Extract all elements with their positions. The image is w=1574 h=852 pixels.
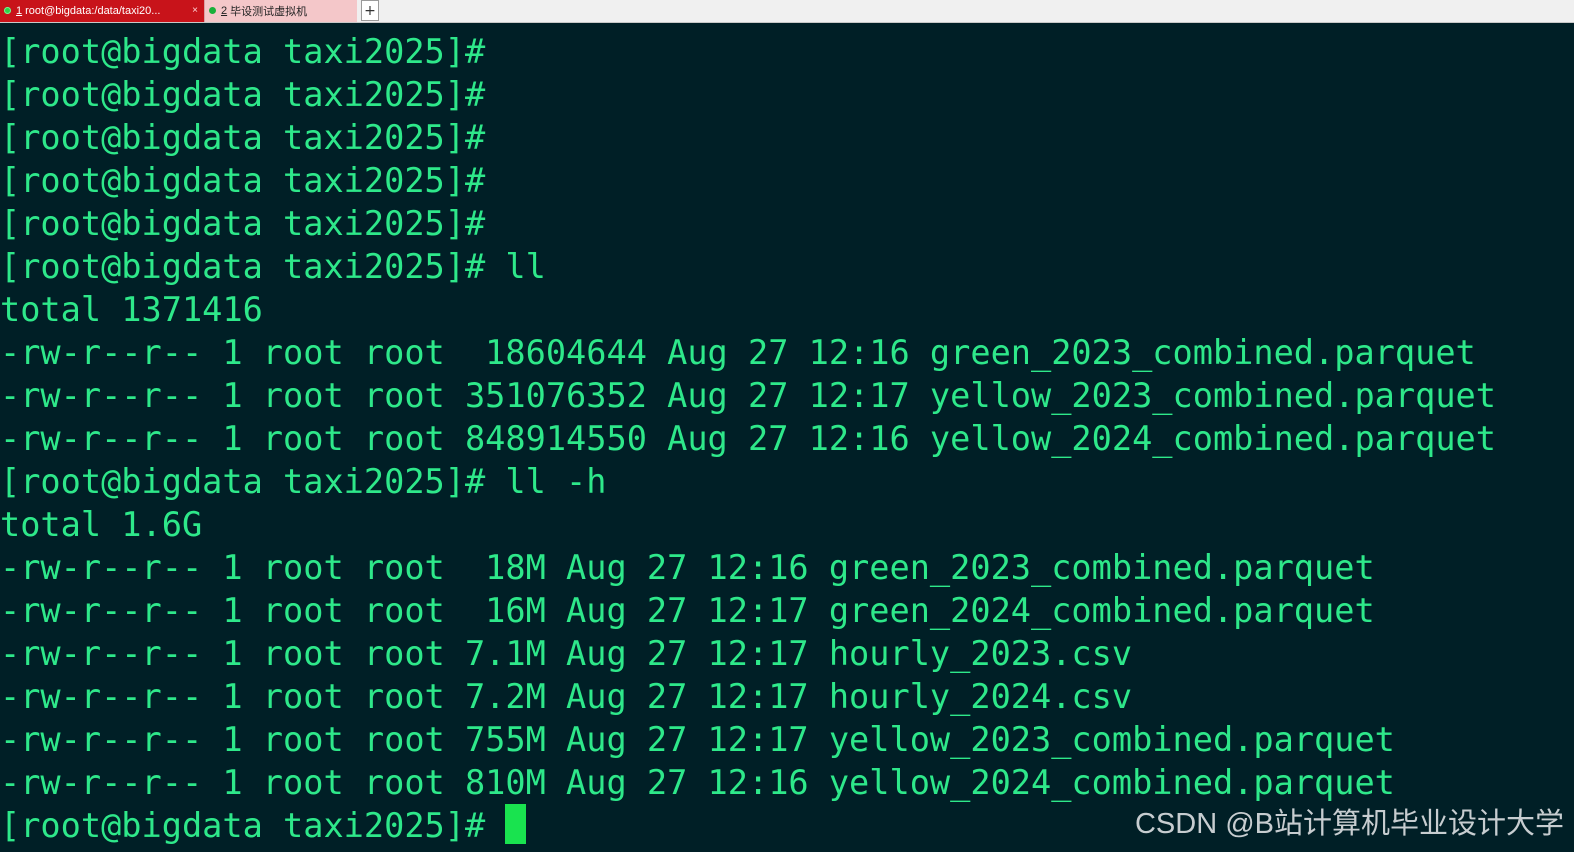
terminal-line: [root@bigdata taxi2025]# <box>0 32 486 71</box>
terminal-output[interactable]: [root@bigdata taxi2025]# [root@bigdata t… <box>0 30 1574 852</box>
connected-status-icon <box>4 7 11 14</box>
text-cursor <box>505 804 527 844</box>
tab-number: 2 <box>221 4 228 17</box>
terminal-line: [root@bigdata taxi2025]# <box>0 75 486 114</box>
terminal-line: [root@bigdata taxi2025]# ll -h <box>0 462 607 501</box>
close-tab-icon[interactable]: × <box>192 5 198 16</box>
terminal-app-window: 1 root@bigdata:/data/taxi20... × 2 毕设测试虚… <box>0 0 1574 852</box>
terminal-line: [root@bigdata taxi2025]# <box>0 204 486 243</box>
new-tab-button[interactable]: + <box>361 0 379 21</box>
terminal-line: [root@bigdata taxi2025]# <box>0 118 486 157</box>
connected-status-icon <box>209 7 216 14</box>
terminal-line: [root@bigdata taxi2025]# ll <box>0 247 546 286</box>
terminal-line: -rw-r--r-- 1 root root 351076352 Aug 27 … <box>0 376 1496 415</box>
session-tab-2[interactable]: 2 毕设测试虚拟机 <box>204 0 357 22</box>
shell-prompt: [root@bigdata taxi2025]# <box>0 806 506 845</box>
terminal-line: total 1.6G <box>0 505 203 544</box>
terminal-line: total 1371416 <box>0 290 263 329</box>
terminal-line: -rw-r--r-- 1 root root 848914550 Aug 27 … <box>0 419 1496 458</box>
terminal-line: -rw-r--r-- 1 root root 755M Aug 27 12:17… <box>0 720 1395 759</box>
tab-number: 1 <box>16 4 23 17</box>
terminal-line: -rw-r--r-- 1 root root 18M Aug 27 12:16 … <box>0 548 1375 587</box>
tab-label: 毕设测试虚拟机 <box>230 5 308 18</box>
terminal-prompt-line[interactable]: [root@bigdata taxi2025]# <box>0 804 527 847</box>
terminal-line: [root@bigdata taxi2025]# <box>0 161 486 200</box>
watermark: CSDN @B站计算机毕业设计大学 <box>1134 808 1564 840</box>
session-tab-1[interactable]: 1 root@bigdata:/data/taxi20... × <box>0 0 204 22</box>
tab-label: root@bigdata:/data/taxi20... <box>25 4 161 17</box>
terminal-line: -rw-r--r-- 1 root root 7.2M Aug 27 12:17… <box>0 677 1133 716</box>
session-tab-bar: 1 root@bigdata:/data/taxi20... × 2 毕设测试虚… <box>0 0 1574 23</box>
terminal-line: -rw-r--r-- 1 root root 18604644 Aug 27 1… <box>0 333 1476 372</box>
terminal-line: -rw-r--r-- 1 root root 16M Aug 27 12:17 … <box>0 591 1375 630</box>
terminal-line: -rw-r--r-- 1 root root 7.1M Aug 27 12:17… <box>0 634 1133 673</box>
terminal-line: -rw-r--r-- 1 root root 810M Aug 27 12:16… <box>0 763 1395 802</box>
